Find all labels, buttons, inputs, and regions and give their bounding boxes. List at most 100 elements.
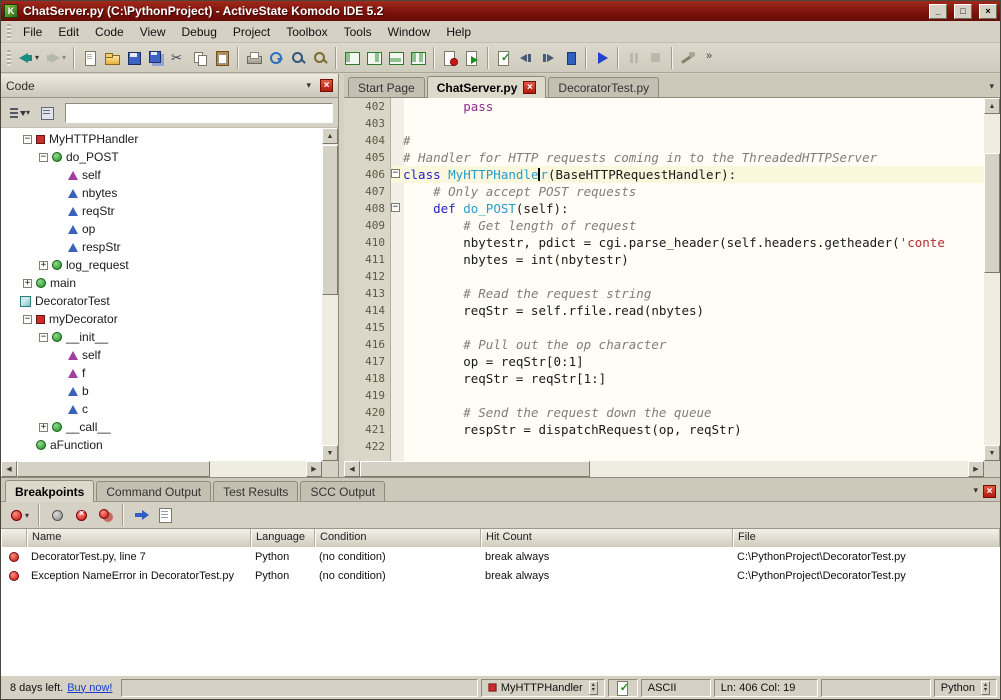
tree-item-reqstr[interactable]: reqStr xyxy=(1,202,322,220)
tree-item-self[interactable]: self xyxy=(1,166,322,184)
output-tab-list-button[interactable]: ▾ xyxy=(970,484,981,497)
editor-line[interactable]: 411 nbytes = int(nbytestr) xyxy=(344,251,984,268)
minimize-button[interactable]: _ xyxy=(929,4,947,19)
tree-item-do-post[interactable]: −do_POST xyxy=(1,148,322,166)
editor-line[interactable]: 417 op = reqStr[0:1] xyxy=(344,353,984,370)
scroll-down-button[interactable]: ▼ xyxy=(984,445,1000,461)
scroll-thumb[interactable] xyxy=(360,461,590,477)
toolbar-overflow-button[interactable] xyxy=(699,46,721,70)
tree-item-op[interactable]: op xyxy=(1,220,322,238)
breakpoint-properties-button[interactable] xyxy=(154,503,176,527)
editor-line[interactable]: 413 # Read the request string xyxy=(344,285,984,302)
tree-vscrollbar[interactable]: ▲ ▼ xyxy=(322,128,338,461)
editor-lines[interactable]: 402 pass403404#405# Handler for HTTP req… xyxy=(344,98,984,461)
column-header-condition[interactable]: Condition xyxy=(315,529,481,547)
tab-breakpoints[interactable]: Breakpoints xyxy=(5,480,94,502)
panel-menu-button[interactable]: ▾ xyxy=(303,79,314,92)
scroll-down-button[interactable]: ▼ xyxy=(322,445,338,461)
tree-item-b[interactable]: b xyxy=(1,382,322,400)
fold-margin[interactable]: − xyxy=(390,166,403,183)
menu-file[interactable]: File xyxy=(15,22,50,42)
fold-margin[interactable]: − xyxy=(390,200,403,217)
tab-test-results[interactable]: Test Results xyxy=(213,481,298,501)
record-macro-button[interactable] xyxy=(439,46,461,70)
column-header-language[interactable]: Language xyxy=(251,529,315,547)
shift-left-button[interactable] xyxy=(515,46,537,70)
fold-collapse-icon[interactable]: − xyxy=(391,203,400,212)
tab-list-button[interactable]: ▾ xyxy=(986,80,997,93)
language-spinner[interactable]: ▴▾ xyxy=(981,681,990,695)
scope-spinner[interactable]: ▴▾ xyxy=(589,681,598,695)
new-breakpoint-button[interactable]: ▾ xyxy=(5,503,32,527)
editor-line[interactable]: 410 nbytestr, pdict = cgi.parse_header(s… xyxy=(344,234,984,251)
editor-line[interactable]: 414 reqStr = self.rfile.read(nbytes) xyxy=(344,302,984,319)
open-button[interactable] xyxy=(101,46,123,70)
editor-line[interactable]: 402 pass xyxy=(344,98,984,115)
menubar-grip[interactable] xyxy=(7,24,11,40)
column-header-name[interactable]: Name xyxy=(27,529,251,547)
menu-edit[interactable]: Edit xyxy=(50,22,87,42)
column-header-file[interactable]: File xyxy=(733,529,1000,547)
scroll-thumb[interactable] xyxy=(322,145,338,295)
expand-icon[interactable]: + xyxy=(39,423,48,432)
toggle-all-panes-button[interactable] xyxy=(407,46,429,70)
menu-code[interactable]: Code xyxy=(87,22,132,42)
scroll-right-button[interactable]: ▶ xyxy=(306,461,322,477)
expand-icon[interactable]: + xyxy=(23,279,32,288)
editor-line[interactable]: 416 # Pull out the op character xyxy=(344,336,984,353)
toggle-bottom-pane-button[interactable] xyxy=(385,46,407,70)
find-button[interactable] xyxy=(287,46,309,70)
editor-line[interactable]: 412 xyxy=(344,268,984,285)
editor-line[interactable]: 409 # Get length of request xyxy=(344,217,984,234)
scroll-left-button[interactable]: ◀ xyxy=(1,461,17,477)
maximize-button[interactable]: □ xyxy=(954,4,972,19)
copy-button[interactable] xyxy=(189,46,211,70)
editor-vscrollbar[interactable]: ▲ ▼ xyxy=(984,98,1000,461)
tab-scc-output[interactable]: SCC Output xyxy=(300,481,385,501)
editor-line[interactable]: 419 xyxy=(344,387,984,404)
menu-view[interactable]: View xyxy=(132,22,174,42)
output-panel-close-button[interactable]: × xyxy=(983,485,996,498)
tree-item-nbytes[interactable]: nbytes xyxy=(1,184,322,202)
breakpoint-row[interactable]: Exception NameError in DecoratorTest.pyP… xyxy=(1,566,1000,585)
scroll-up-button[interactable]: ▲ xyxy=(322,128,338,144)
editor-line[interactable]: 403 xyxy=(344,115,984,132)
enable-breakpoints-button[interactable] xyxy=(46,503,68,527)
editor-line[interactable]: 421 respStr = dispatchRequest(op, reqStr… xyxy=(344,421,984,438)
toggle-left-pane-button[interactable] xyxy=(341,46,363,70)
tree-item-log-request[interactable]: +log_request xyxy=(1,256,322,274)
collapse-icon[interactable]: − xyxy=(23,135,32,144)
check-syntax-button[interactable] xyxy=(493,46,515,70)
collapse-icon[interactable]: − xyxy=(23,315,32,324)
tree-hscrollbar[interactable]: ◀ ▶ xyxy=(1,461,322,477)
encoding-indicator[interactable]: ASCII xyxy=(641,679,711,697)
syntax-status[interactable] xyxy=(608,679,638,697)
forward-button[interactable]: ▾ xyxy=(42,46,69,70)
editor-hscrollbar[interactable]: ◀ ▶ xyxy=(344,461,984,477)
language-selector[interactable]: Python ▴▾ xyxy=(934,679,997,697)
find-in-files-button[interactable] xyxy=(309,46,331,70)
menu-help[interactable]: Help xyxy=(438,22,479,42)
editor-line[interactable]: 420 # Send the request down the queue xyxy=(344,404,984,421)
tab-close-button[interactable]: × xyxy=(523,81,536,94)
editor-line[interactable]: 418 reqStr = reqStr[1:] xyxy=(344,370,984,387)
scroll-thumb[interactable] xyxy=(984,153,1000,273)
toolbox-button[interactable] xyxy=(677,46,699,70)
editor-line[interactable]: 408− def do_POST(self): xyxy=(344,200,984,217)
refresh-button[interactable] xyxy=(265,46,287,70)
bookmark-button[interactable] xyxy=(559,46,581,70)
save-all-button[interactable] xyxy=(145,46,167,70)
paste-button[interactable] xyxy=(211,46,233,70)
back-button[interactable]: ▾ xyxy=(15,46,42,70)
toolbar-grip[interactable] xyxy=(7,50,11,66)
breakpoint-row[interactable]: DecoratorTest.py, line 7Python(no condit… xyxy=(1,547,1000,566)
tree-item-c[interactable]: c xyxy=(1,400,322,418)
scroll-left-button[interactable]: ◀ xyxy=(344,461,360,477)
view-settings-button[interactable] xyxy=(36,101,58,125)
menu-debug[interactable]: Debug xyxy=(174,22,225,42)
editor-line[interactable]: 407 # Only accept POST requests xyxy=(344,183,984,200)
tree-item-decoratortest[interactable]: DecoratorTest xyxy=(1,292,322,310)
editor-line[interactable]: 405# Handler for HTTP requests coming in… xyxy=(344,149,984,166)
scope-selector[interactable]: MyHTTPHandler ▴▾ xyxy=(481,679,605,697)
tree-item-mydecorator[interactable]: −myDecorator xyxy=(1,310,322,328)
